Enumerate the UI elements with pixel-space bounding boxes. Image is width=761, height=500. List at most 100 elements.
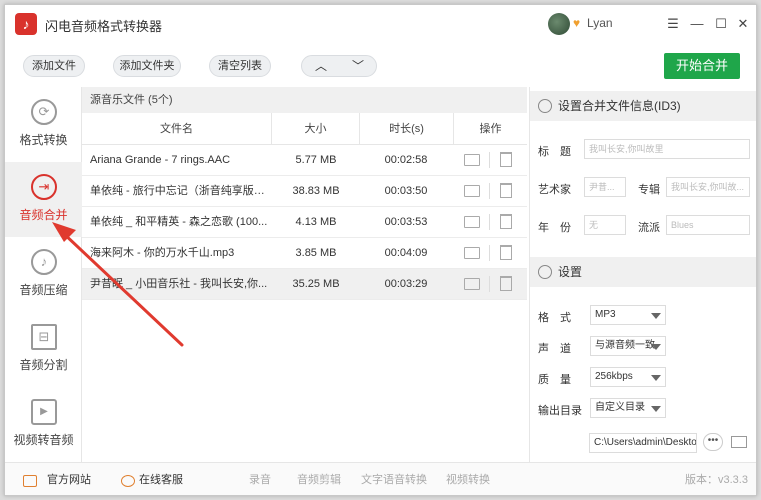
vip-heart-icon: ♥ bbox=[573, 16, 581, 30]
file-duration: 00:02:58 bbox=[384, 154, 428, 166]
file-size: 35.25 MB bbox=[292, 278, 340, 290]
output-select[interactable]: 自定义目录 bbox=[590, 398, 666, 418]
trash-icon[interactable] bbox=[500, 152, 512, 167]
sidebar-item-label: 格式转换 bbox=[19, 133, 68, 147]
table-row[interactable]: 单依纯 - 旅行中忘记（浙音纯享版）... 38.83 MB 00:03:50 bbox=[82, 176, 527, 207]
channel-select[interactable]: 与源音频一致 bbox=[590, 336, 666, 356]
customer-service-icon bbox=[121, 475, 135, 487]
maximize-button[interactable]: ☐ bbox=[711, 14, 731, 34]
service-link[interactable]: 在线客服 bbox=[139, 463, 183, 495]
move-up-button[interactable]: ︿ bbox=[302, 56, 340, 76]
sidebar-item-label: 音频合并 bbox=[19, 208, 68, 222]
open-folder-icon[interactable] bbox=[464, 185, 480, 197]
video-convert-link[interactable]: 视频转换 bbox=[446, 463, 490, 495]
output-label: 输出目录 bbox=[538, 405, 582, 417]
settings-section-title: 设置 bbox=[558, 265, 583, 279]
file-duration: 00:03:53 bbox=[384, 216, 428, 228]
quality-label: 质 量 bbox=[538, 374, 571, 386]
open-folder-icon[interactable] bbox=[464, 278, 480, 290]
gear-icon bbox=[538, 265, 552, 279]
app-logo-icon: ♪ bbox=[15, 13, 37, 35]
file-list-header: 源音乐文件 (5个) bbox=[82, 87, 527, 113]
album-field[interactable]: 我叫长安,你叫故... bbox=[666, 177, 750, 197]
add-folder-button[interactable]: 添加文件夹 bbox=[113, 55, 181, 77]
video-play-icon: ▶ bbox=[31, 399, 57, 425]
title-field[interactable]: 我叫长安,你叫故里 bbox=[584, 139, 750, 159]
avatar[interactable] bbox=[548, 13, 570, 35]
user-name[interactable]: Lyan bbox=[587, 16, 613, 30]
file-name: 单依纯 _ 和平精英 - 森之恋歌 (100... bbox=[90, 216, 268, 228]
year-label: 年 份 bbox=[538, 222, 571, 234]
trash-icon[interactable] bbox=[500, 276, 512, 291]
row-actions bbox=[454, 238, 526, 268]
trash-icon[interactable] bbox=[500, 183, 512, 198]
sidebar-item-audio-compress[interactable]: ♪ 音频压缩 bbox=[5, 237, 82, 312]
website-link[interactable]: 官方网站 bbox=[47, 463, 91, 495]
open-folder-icon[interactable] bbox=[464, 154, 480, 166]
artist-field[interactable]: 尹昔... bbox=[584, 177, 626, 197]
title-bar: ♪ 闪电音频格式转换器 ♥ Lyan ☰ — ☐ ✕ bbox=[5, 5, 756, 43]
chevron-down-icon bbox=[651, 344, 661, 350]
id3-section-title: 设置合并文件信息(ID3) bbox=[558, 99, 681, 113]
divider bbox=[489, 276, 490, 292]
file-name: 海来阿木 - 你的万水千山.mp3 bbox=[90, 247, 235, 259]
file-size: 38.83 MB bbox=[292, 185, 340, 197]
website-icon bbox=[23, 475, 37, 487]
sidebar-item-video-to-audio[interactable]: ▶ 视频转音频 bbox=[5, 387, 82, 462]
settings-section-header: 设置 bbox=[530, 257, 756, 287]
table-row[interactable]: 海来阿木 - 你的万水千山.mp3 3.85 MB 00:04:09 bbox=[82, 238, 527, 269]
output-value: 自定义目录 bbox=[595, 402, 645, 413]
table-row[interactable]: 单依纯 _ 和平精英 - 森之恋歌 (100... 4.13 MB 00:03:… bbox=[82, 207, 527, 238]
sidebar: ⟳ 格式转换 ⇥ 音频合并 ♪ 音频压缩 ⊟ 音频分割 ▶ 视频转音频 bbox=[5, 87, 82, 462]
column-header-name: 文件名 bbox=[82, 113, 272, 145]
sidebar-item-audio-merge[interactable]: ⇥ 音频合并 bbox=[5, 162, 82, 237]
file-name: 尹昔眠 _ 小田音乐社 - 我叫长安,你... bbox=[90, 278, 268, 290]
format-select[interactable]: MP3 bbox=[590, 305, 666, 325]
start-merge-button[interactable]: 开始合并 bbox=[664, 53, 740, 79]
quality-select[interactable]: 256kbps bbox=[590, 367, 666, 387]
browse-more-button[interactable]: ••• bbox=[703, 433, 723, 451]
chevron-down-icon bbox=[651, 375, 661, 381]
quality-value: 256kbps bbox=[595, 371, 633, 382]
record-link[interactable]: 录音 bbox=[249, 463, 271, 495]
open-folder-icon[interactable] bbox=[464, 247, 480, 259]
footer: 官方网站 在线客服 录音 音频剪辑 文字语音转换 视频转换 版本：v3.3.3 bbox=[5, 462, 756, 495]
minimize-button[interactable]: — bbox=[687, 14, 707, 34]
row-actions bbox=[454, 269, 526, 299]
open-folder-icon[interactable] bbox=[464, 216, 480, 228]
artist-label: 艺术家 bbox=[538, 184, 571, 196]
menu-button[interactable]: ☰ bbox=[663, 14, 683, 34]
genre-field[interactable]: Blues bbox=[666, 215, 750, 235]
close-button[interactable]: ✕ bbox=[733, 14, 753, 34]
add-file-button[interactable]: 添加文件 bbox=[23, 55, 85, 77]
channel-value: 与源音频一致 bbox=[595, 340, 655, 351]
table-row[interactable]: 尹昔眠 _ 小田音乐社 - 我叫长安,你... 35.25 MB 00:03:2… bbox=[82, 269, 527, 300]
settings-panel: 设置合并文件信息(ID3) 标 题 我叫长安,你叫故里 艺术家 尹昔... 专辑… bbox=[529, 87, 756, 462]
trash-icon[interactable] bbox=[500, 245, 512, 260]
sidebar-item-label: 音频分割 bbox=[19, 358, 68, 372]
move-down-button[interactable]: ﹀ bbox=[339, 56, 377, 76]
id3-section-header: 设置合并文件信息(ID3) bbox=[530, 91, 756, 121]
clear-list-button[interactable]: 清空列表 bbox=[209, 55, 271, 77]
column-header-duration: 时长(s) bbox=[360, 113, 454, 145]
genre-label: 流派 bbox=[638, 222, 660, 234]
sidebar-item-label: 音频压缩 bbox=[19, 283, 68, 297]
toolbar: 添加文件 添加文件夹 清空列表 ︿ ﹀ 开始合并 bbox=[5, 43, 756, 87]
year-field[interactable]: 无 bbox=[584, 215, 626, 235]
tts-link[interactable]: 文字语音转换 bbox=[361, 463, 427, 495]
sidebar-item-format-convert[interactable]: ⟳ 格式转换 bbox=[5, 87, 82, 162]
file-list-panel: 源音乐文件 (5个) 文件名 大小 时长(s) 操作 Ariana Grande… bbox=[82, 87, 527, 462]
app-title: 闪电音频格式转换器 bbox=[45, 19, 163, 34]
refresh-icon: ⟳ bbox=[31, 99, 57, 125]
open-folder-icon[interactable] bbox=[731, 436, 747, 448]
sidebar-item-audio-split[interactable]: ⊟ 音频分割 bbox=[5, 312, 82, 387]
output-path-field[interactable]: C:\Users\admin\Desktop bbox=[589, 433, 697, 453]
version-label: 版本：v3.3.3 bbox=[685, 474, 748, 486]
audio-edit-link[interactable]: 音频剪辑 bbox=[297, 463, 341, 495]
trash-icon[interactable] bbox=[500, 214, 512, 229]
table-row[interactable]: Ariana Grande - 7 rings.AAC 5.77 MB 00:0… bbox=[82, 145, 527, 176]
format-value: MP3 bbox=[595, 309, 616, 320]
album-label: 专辑 bbox=[638, 184, 660, 196]
divider bbox=[489, 214, 490, 230]
chevron-down-icon bbox=[651, 406, 661, 412]
